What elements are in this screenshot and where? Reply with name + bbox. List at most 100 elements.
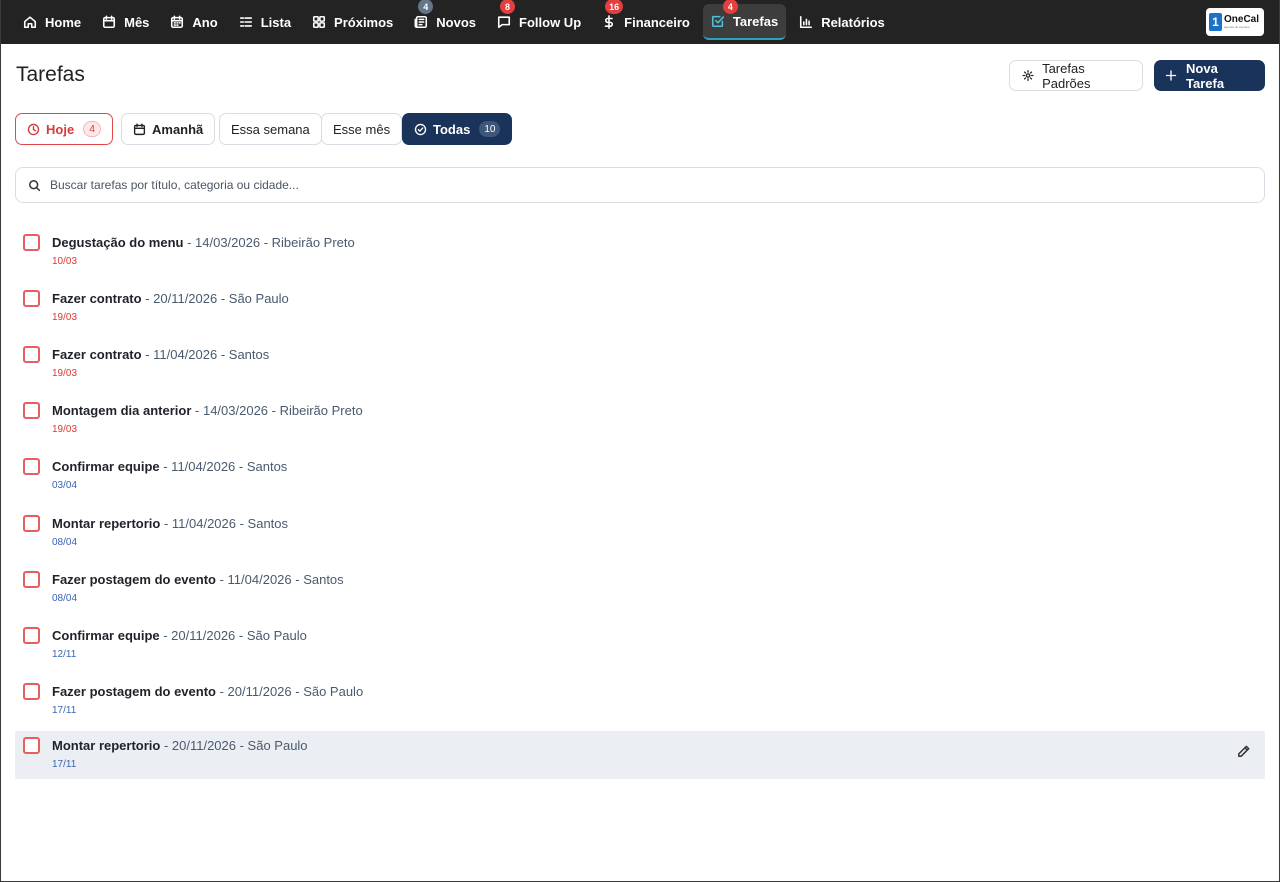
task-meta: - 11/04/2026 - Santos <box>159 459 288 474</box>
task-checkbox[interactable] <box>23 571 40 588</box>
task-meta: - 14/03/2026 - Ribeirão Preto <box>183 235 355 250</box>
edit-task-button[interactable] <box>1236 744 1251 759</box>
task-meta: - 11/04/2026 - Santos <box>160 516 289 531</box>
task-row[interactable]: Fazer contrato - 11/04/2026 - Santos 19/… <box>15 340 1265 388</box>
nav-list[interactable]: Lista <box>231 4 299 40</box>
task-due-date: 19/03 <box>52 368 78 379</box>
task-title: Degustação do menu <box>52 235 184 250</box>
task-title: Confirmar equipe <box>52 459 160 474</box>
task-checkbox[interactable] <box>23 402 40 419</box>
dollar-icon <box>602 15 616 29</box>
search-bar <box>15 167 1265 203</box>
filter-tomorrow[interactable]: Amanhã <box>121 113 216 145</box>
nav-new[interactable]: Novos 4 <box>406 0 484 40</box>
task-title: Fazer postagem do evento <box>52 572 216 587</box>
bar-chart-icon <box>799 15 813 29</box>
nav-badge-tasks: 4 <box>722 0 738 14</box>
page-title: Tarefas <box>16 63 85 86</box>
nav-badge-follow-up: 8 <box>500 0 516 14</box>
pencil-icon <box>1238 745 1250 757</box>
nav-month[interactable]: Mês <box>94 4 157 40</box>
task-due-date: 17/11 <box>52 759 77 770</box>
task-title: Montar repertorio <box>52 738 161 753</box>
grid-icon <box>312 15 326 29</box>
task-meta: - 11/04/2026 - Santos <box>141 347 270 362</box>
nav-financial[interactable]: Financeiro 16 <box>594 0 698 40</box>
top-nav: Home Mês Ano Lista Próximos Novos 4 Foll… <box>0 0 1280 44</box>
nav-label: Financeiro <box>624 14 690 30</box>
filter-tomorrow-label: Amanhã <box>152 121 204 137</box>
default-tasks-label: Tarefas Padrões <box>1042 60 1091 91</box>
newspaper-icon <box>414 15 428 29</box>
nav-reports[interactable]: Relatórios <box>791 4 893 40</box>
plus-icon <box>1165 70 1177 81</box>
filter-today[interactable]: Hoje 4 <box>15 113 114 145</box>
filter-all-count: 10 <box>479 121 501 137</box>
filter-all-label: Todas <box>433 121 471 137</box>
task-checkbox[interactable] <box>23 234 40 251</box>
nav-year[interactable]: Ano <box>162 4 225 40</box>
task-row[interactable]: Montar repertorio - 20/11/2026 - São Pau… <box>15 731 1265 779</box>
nav-home[interactable]: Home <box>15 4 89 40</box>
check-circle-icon <box>414 123 427 135</box>
task-checkbox[interactable] <box>23 683 40 700</box>
nav-label: Novos <box>436 14 477 30</box>
task-checkbox[interactable] <box>23 290 40 307</box>
nav-tasks[interactable]: Tarefas 4 <box>702 0 787 40</box>
logo-mark: 1 <box>1209 13 1222 31</box>
filter-all[interactable]: Todas 10 <box>402 113 513 145</box>
task-checkbox[interactable] <box>23 458 40 475</box>
new-task-label: Nova Tarefa <box>1186 60 1225 91</box>
filter-this-week[interactable]: Essa semana <box>219 113 322 145</box>
task-checkbox[interactable] <box>23 627 40 644</box>
app-logo[interactable]: 1 OneCal agenda de eventos <box>1206 8 1264 36</box>
task-row[interactable]: Montar repertorio - 11/04/2026 - Santos … <box>15 509 1265 557</box>
task-due-date: 17/11 <box>52 705 77 716</box>
task-checkbox[interactable] <box>23 346 40 363</box>
list-icon <box>239 15 253 29</box>
task-title: Fazer postagem do evento <box>52 684 216 699</box>
task-title: Fazer contrato <box>52 291 142 306</box>
task-row[interactable]: Degustação do menu - 14/03/2026 - Ribeir… <box>15 228 1265 276</box>
nav-label: Próximos <box>334 14 394 30</box>
task-title: Confirmar equipe <box>52 628 160 643</box>
task-checkbox[interactable] <box>23 515 40 532</box>
task-meta: - 14/03/2026 - Ribeirão Preto <box>191 403 363 418</box>
checkbox-icon <box>711 14 725 28</box>
task-due-date: 12/11 <box>52 649 77 660</box>
new-task-button[interactable]: Nova Tarefa <box>1154 60 1265 91</box>
task-title: Fazer contrato <box>52 347 142 362</box>
task-due-date: 08/04 <box>52 593 78 604</box>
task-due-date: 08/04 <box>52 537 78 548</box>
nav-badge-financial: 16 <box>605 0 624 14</box>
task-row[interactable]: Fazer postagem do evento - 11/04/2026 - … <box>15 565 1265 613</box>
task-due-date: 10/03 <box>52 256 78 267</box>
task-row[interactable]: Confirmar equipe - 20/11/2026 - São Paul… <box>15 621 1265 669</box>
filter-week-label: Essa semana <box>231 121 310 137</box>
filter-month-label: Esse mês <box>333 121 391 137</box>
search-input[interactable] <box>50 178 1230 192</box>
nav-label: Lista <box>260 14 292 30</box>
task-meta: - 20/11/2026 - São Paulo <box>141 291 289 306</box>
nav-upcoming[interactable]: Próximos <box>304 4 401 40</box>
nav-label: Follow Up <box>519 14 582 30</box>
task-row[interactable]: Confirmar equipe - 11/04/2026 - Santos 0… <box>15 452 1265 500</box>
task-meta: - 11/04/2026 - Santos <box>215 572 344 587</box>
filter-this-month[interactable]: Esse mês <box>321 113 403 145</box>
search-icon <box>29 179 41 191</box>
filter-today-label: Hoje <box>46 121 75 137</box>
task-due-date: 03/04 <box>52 480 78 491</box>
task-row[interactable]: Fazer postagem do evento - 20/11/2026 - … <box>15 677 1265 725</box>
nav-label: Mês <box>124 14 150 30</box>
task-meta: - 20/11/2026 - São Paulo <box>215 684 364 699</box>
nav-follow-up[interactable]: Follow Up 8 <box>489 0 589 40</box>
task-checkbox[interactable] <box>23 737 40 754</box>
task-due-date: 19/03 <box>52 424 78 435</box>
task-row[interactable]: Fazer contrato - 20/11/2026 - São Paulo … <box>15 284 1265 332</box>
nav-label: Home <box>45 14 82 30</box>
nav-label: Tarefas <box>732 13 779 29</box>
clock-icon <box>27 123 40 135</box>
task-row[interactable]: Montagem dia anterior - 14/03/2026 - Rib… <box>15 396 1265 444</box>
default-tasks-button[interactable]: Tarefas Padrões <box>1009 60 1143 91</box>
calendar-grid-icon <box>170 15 184 29</box>
